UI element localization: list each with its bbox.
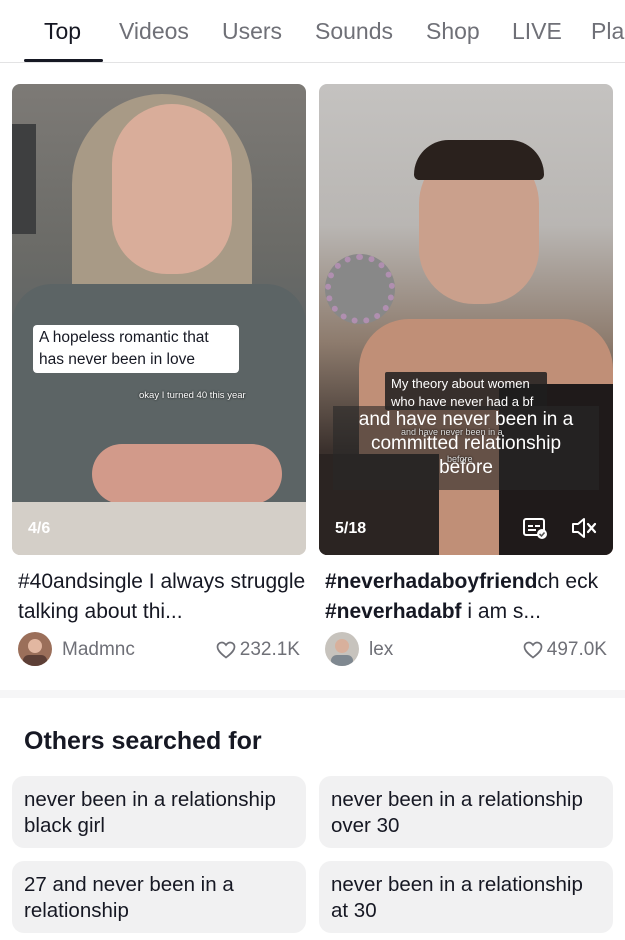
slide-counter: 5/18 [335, 520, 367, 537]
description-text: ch eck [537, 570, 599, 593]
faint-overlay-text: before [447, 454, 473, 464]
video-thumbnail [12, 84, 306, 555]
likes-value: 232.1K [239, 639, 300, 660]
likes-value: 497.0K [546, 639, 607, 660]
like-count: 497.0K [523, 639, 607, 661]
video-card[interactable]: My theory about women who have never had… [319, 84, 613, 555]
hashtag[interactable]: #neverhadaboyfriend [325, 570, 537, 593]
faint-overlay-text: and have never been in a [401, 427, 503, 437]
author-row: Madmnc 232.1K [12, 632, 306, 668]
video-description[interactable]: #neverhadaboyfriendch eck #neverhadabf i… [325, 567, 619, 627]
speaker-muted-icon[interactable] [570, 515, 597, 541]
video-overlay-text: and have never been in a committed relat… [333, 406, 599, 490]
tab-shop[interactable]: Shop [426, 18, 480, 45]
heart-outline-icon [523, 641, 543, 659]
like-count: 232.1K [216, 639, 300, 661]
author-name[interactable]: Madmnc [62, 639, 135, 661]
hashtag-text: #neverhadaboyfriend [325, 570, 538, 593]
tab-places[interactable]: Pla [591, 18, 624, 45]
tab-users[interactable]: Users [222, 18, 282, 45]
author-row: lex 497.0K [319, 632, 613, 668]
hashtag-text: #neverhadabf [325, 600, 462, 623]
heart-outline-icon [216, 641, 236, 659]
tab-videos[interactable]: Videos [119, 18, 189, 45]
description-text: i am s... [461, 600, 541, 623]
video-caption: My theory about women who have never had… [385, 372, 547, 410]
tab-live[interactable]: LIVE [512, 18, 562, 45]
hashtag[interactable]: #neverhadabf [325, 600, 462, 623]
tab-sounds[interactable]: Sounds [315, 18, 393, 45]
slide-counter: 4/6 [28, 520, 51, 537]
video-subtitle: okay I turned 40 this year [139, 390, 246, 401]
captions-icon[interactable] [522, 515, 548, 541]
tab-top[interactable]: Top [44, 18, 81, 45]
section-divider [0, 690, 625, 698]
related-search-item[interactable]: 27 and never been in a relationship [12, 861, 306, 933]
avatar[interactable] [325, 632, 359, 666]
video-description[interactable]: #40andsingle I always struggle talking a… [18, 567, 312, 627]
author-name[interactable]: lex [369, 639, 393, 661]
related-search-item[interactable]: never been in a relationship at 30 [319, 861, 613, 933]
avatar[interactable] [18, 632, 52, 666]
video-card[interactable]: A hopeless romantic that has never been … [12, 84, 306, 555]
search-tabs: Top Videos Users Sounds Shop LIVE Pla [0, 0, 625, 63]
hashtag[interactable]: #40andsingle [18, 570, 143, 593]
video-caption: A hopeless romantic that has never been … [33, 325, 239, 373]
others-searched-title: Others searched for [24, 727, 262, 755]
related-search-item[interactable]: never been in a relationship black girl [12, 776, 306, 848]
active-tab-indicator [24, 59, 103, 62]
related-search-item[interactable]: never been in a relationship over 30 [319, 776, 613, 848]
